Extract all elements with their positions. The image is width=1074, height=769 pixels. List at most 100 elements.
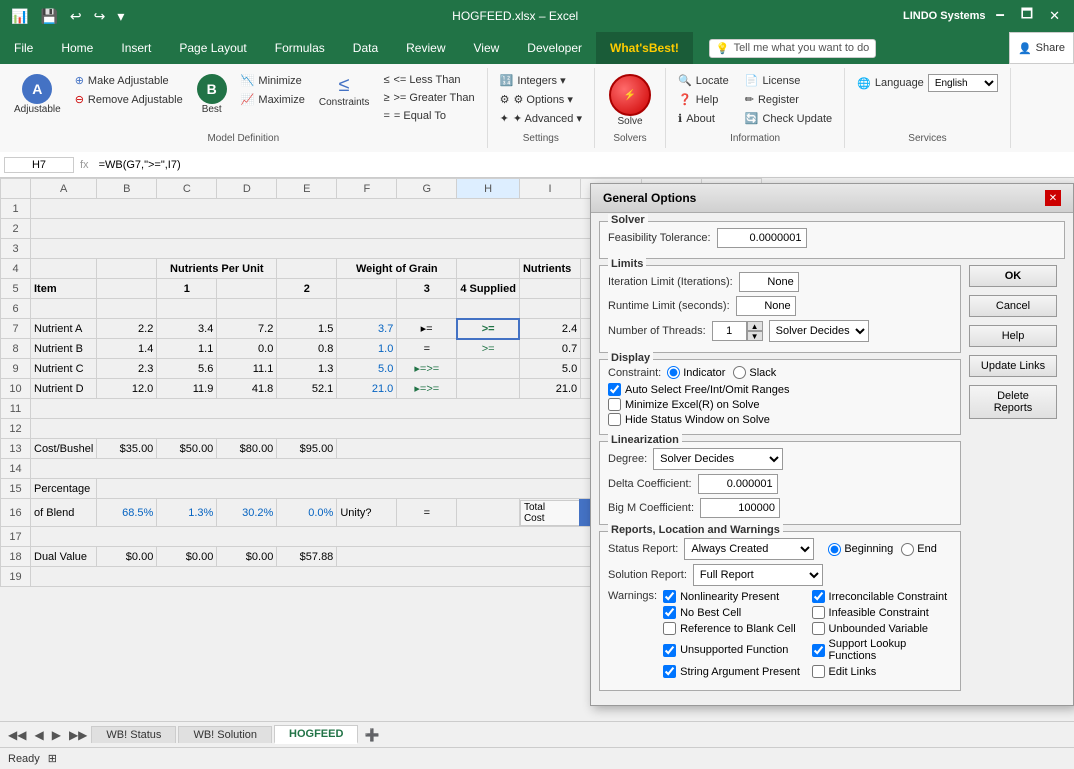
name-box[interactable] bbox=[4, 157, 74, 173]
minimize-button[interactable]: 📉 Minimize bbox=[237, 72, 309, 89]
auto-select-checkbox[interactable]: Auto Select Free/Int/Omit Ranges bbox=[608, 383, 952, 396]
share-button[interactable]: 👤 Share bbox=[1009, 32, 1074, 64]
delete-reports-button[interactable]: Delete Reports bbox=[969, 385, 1057, 419]
tab-home[interactable]: Home bbox=[47, 32, 107, 64]
feasibility-input[interactable] bbox=[717, 228, 807, 248]
make-adjustable-button[interactable]: ⊕ Make Adjustable bbox=[71, 72, 187, 89]
dialog-close-button[interactable]: ✕ bbox=[1045, 190, 1061, 206]
less-than-button[interactable]: ≤ <= Less Than bbox=[379, 72, 478, 88]
about-button[interactable]: ℹ OK About bbox=[674, 110, 733, 127]
tab-file[interactable]: File bbox=[0, 32, 47, 64]
delta-input[interactable] bbox=[698, 474, 778, 494]
end-radio[interactable]: End bbox=[901, 543, 937, 556]
best-button[interactable]: B Best bbox=[191, 72, 233, 117]
sheet-nav-next[interactable]: ▶ bbox=[48, 726, 65, 744]
constraints-button[interactable]: ≤ Constraints bbox=[313, 72, 376, 110]
infeasible-constraint-checkbox[interactable]: Infeasible Constraint bbox=[812, 606, 952, 619]
reference-blank-checkbox[interactable]: Reference to Blank Cell bbox=[663, 622, 803, 635]
ribbon-group-solvers: ⚡ Solve Solvers bbox=[595, 68, 666, 148]
sheet-nav-left[interactable]: ◀◀ bbox=[4, 726, 30, 744]
hide-status-checkbox[interactable]: Hide Status Window on Solve bbox=[608, 413, 952, 426]
ok-button[interactable]: OK bbox=[969, 265, 1057, 287]
solve-button[interactable]: ⚡ Solve bbox=[603, 72, 657, 129]
adjustable-button[interactable]: A Adjustable bbox=[8, 72, 67, 117]
edit-links-checkbox[interactable]: Edit Links bbox=[812, 665, 952, 678]
minimize-excel-checkbox[interactable]: Minimize Excel(R) on Solve bbox=[608, 398, 952, 411]
support-lookup-checkbox[interactable]: Support Lookup Functions bbox=[812, 638, 952, 662]
tab-formulas[interactable]: Formulas bbox=[261, 32, 339, 64]
integers-button[interactable]: 🔢 Integers ▾ bbox=[496, 72, 586, 89]
tab-data[interactable]: Data bbox=[339, 32, 392, 64]
threads-value[interactable] bbox=[712, 321, 747, 341]
help-button[interactable]: Help bbox=[969, 325, 1057, 347]
cancel-button[interactable]: Cancel bbox=[969, 295, 1057, 317]
irreconcilable-checkbox[interactable]: Irreconcilable Constraint bbox=[812, 590, 952, 603]
unsupported-function-checkbox[interactable]: Unsupported Function bbox=[663, 638, 803, 662]
tab-developer[interactable]: Developer bbox=[513, 32, 596, 64]
license-button[interactable]: 📄 License bbox=[741, 72, 836, 89]
runtime-input[interactable] bbox=[736, 296, 796, 316]
add-sheet-button[interactable]: ➕ bbox=[360, 726, 383, 744]
tab-review[interactable]: Review bbox=[392, 32, 459, 64]
degree-select[interactable]: Solver Decides bbox=[653, 448, 783, 470]
tab-wb-solution[interactable]: WB! Solution bbox=[178, 726, 272, 743]
beginning-radio[interactable]: Beginning bbox=[828, 543, 893, 556]
tab-page-layout[interactable]: Page Layout bbox=[165, 32, 260, 64]
tab-view[interactable]: View bbox=[460, 32, 514, 64]
status-report-select[interactable]: Always Created bbox=[684, 538, 814, 560]
dialog-body: Solver Feasibility Tolerance: Limits Ite… bbox=[591, 213, 1073, 705]
minimize-button[interactable]: 🗕 bbox=[990, 3, 1011, 29]
tab-hogfeed[interactable]: HOGFEED bbox=[274, 725, 358, 744]
sheet-nav-prev[interactable]: ◀ bbox=[30, 726, 47, 744]
check-update-button[interactable]: 🔄 Check Update bbox=[741, 110, 836, 127]
advanced-button[interactable]: ✦ ✦ Advanced ▾ bbox=[496, 110, 586, 127]
greater-than-button[interactable]: ≥ >= Greater Than bbox=[379, 90, 478, 106]
tab-wb-status[interactable]: WB! Status bbox=[91, 726, 176, 743]
make-adj-icon: ⊕ bbox=[75, 74, 84, 87]
sheet-nav-right[interactable]: ▶▶ bbox=[65, 726, 91, 744]
equal-to-button[interactable]: = = Equal To bbox=[379, 108, 478, 124]
bigm-input[interactable] bbox=[700, 498, 780, 518]
remove-adjustable-button[interactable]: ⊖ Remove Adjustable bbox=[71, 91, 187, 108]
register-button[interactable]: ✏ Register bbox=[741, 91, 836, 108]
general-options-dialog[interactable]: General Options ✕ Solver Feasibility Tol… bbox=[590, 183, 1074, 706]
qa-more-icon[interactable]: ▾ bbox=[114, 6, 127, 27]
indicator-radio[interactable]: Indicator bbox=[667, 366, 725, 379]
close-button[interactable]: ✕ bbox=[1043, 6, 1066, 26]
threads-solver-select[interactable]: Solver Decides bbox=[769, 320, 869, 342]
solution-report-select[interactable]: Full Report bbox=[693, 564, 823, 586]
string-argument-checkbox[interactable]: String Argument Present bbox=[663, 665, 803, 678]
no-best-cell-checkbox[interactable]: No Best Cell bbox=[663, 606, 803, 619]
slack-radio[interactable]: Slack bbox=[733, 366, 776, 379]
tab-whats-best[interactable]: What'sBest! bbox=[596, 32, 693, 64]
iteration-input[interactable] bbox=[739, 272, 799, 292]
maximize-button[interactable]: 🗖 bbox=[1015, 3, 1039, 29]
undo-icon[interactable]: ↩ bbox=[67, 6, 85, 27]
settings-label: Settings bbox=[523, 131, 559, 144]
constraints-label: Constraints bbox=[319, 97, 370, 108]
maximize-icon: 📈 bbox=[241, 93, 255, 106]
services-label: Services bbox=[908, 131, 946, 144]
nonlinearity-checkbox[interactable]: Nonlinearity Present bbox=[663, 590, 803, 603]
help-button[interactable]: ❓ Help bbox=[674, 91, 733, 108]
row-2: 2 bbox=[1, 219, 31, 239]
constraint-row: Constraint: Indicator Slack bbox=[608, 366, 952, 379]
formula-input[interactable] bbox=[95, 158, 1070, 172]
locate-button[interactable]: 🔍 Locate bbox=[674, 72, 733, 89]
constraint-radio-group: Indicator Slack bbox=[667, 366, 776, 379]
row-12: 12 bbox=[1, 419, 31, 439]
threads-spinner[interactable]: ▲ ▼ bbox=[712, 321, 763, 341]
redo-icon[interactable]: ↪ bbox=[91, 6, 109, 27]
maximize-button[interactable]: 📈 Maximize bbox=[237, 91, 309, 108]
language-select[interactable]: English bbox=[928, 74, 998, 92]
row-16: 16 bbox=[1, 499, 31, 527]
spinner-up[interactable]: ▲ bbox=[747, 321, 763, 331]
spinner-down[interactable]: ▼ bbox=[747, 331, 763, 341]
col-header-h: H bbox=[457, 179, 520, 199]
tell-me-bar[interactable]: 💡 Tell me what you want to do bbox=[709, 39, 876, 58]
update-links-button[interactable]: Update Links bbox=[969, 355, 1057, 377]
tab-insert[interactable]: Insert bbox=[107, 32, 165, 64]
options-button[interactable]: ⚙ ⚙ Options ▾ bbox=[496, 91, 586, 108]
unbounded-variable-checkbox[interactable]: Unbounded Variable bbox=[812, 622, 952, 635]
save-icon[interactable]: 💾 bbox=[37, 6, 60, 27]
